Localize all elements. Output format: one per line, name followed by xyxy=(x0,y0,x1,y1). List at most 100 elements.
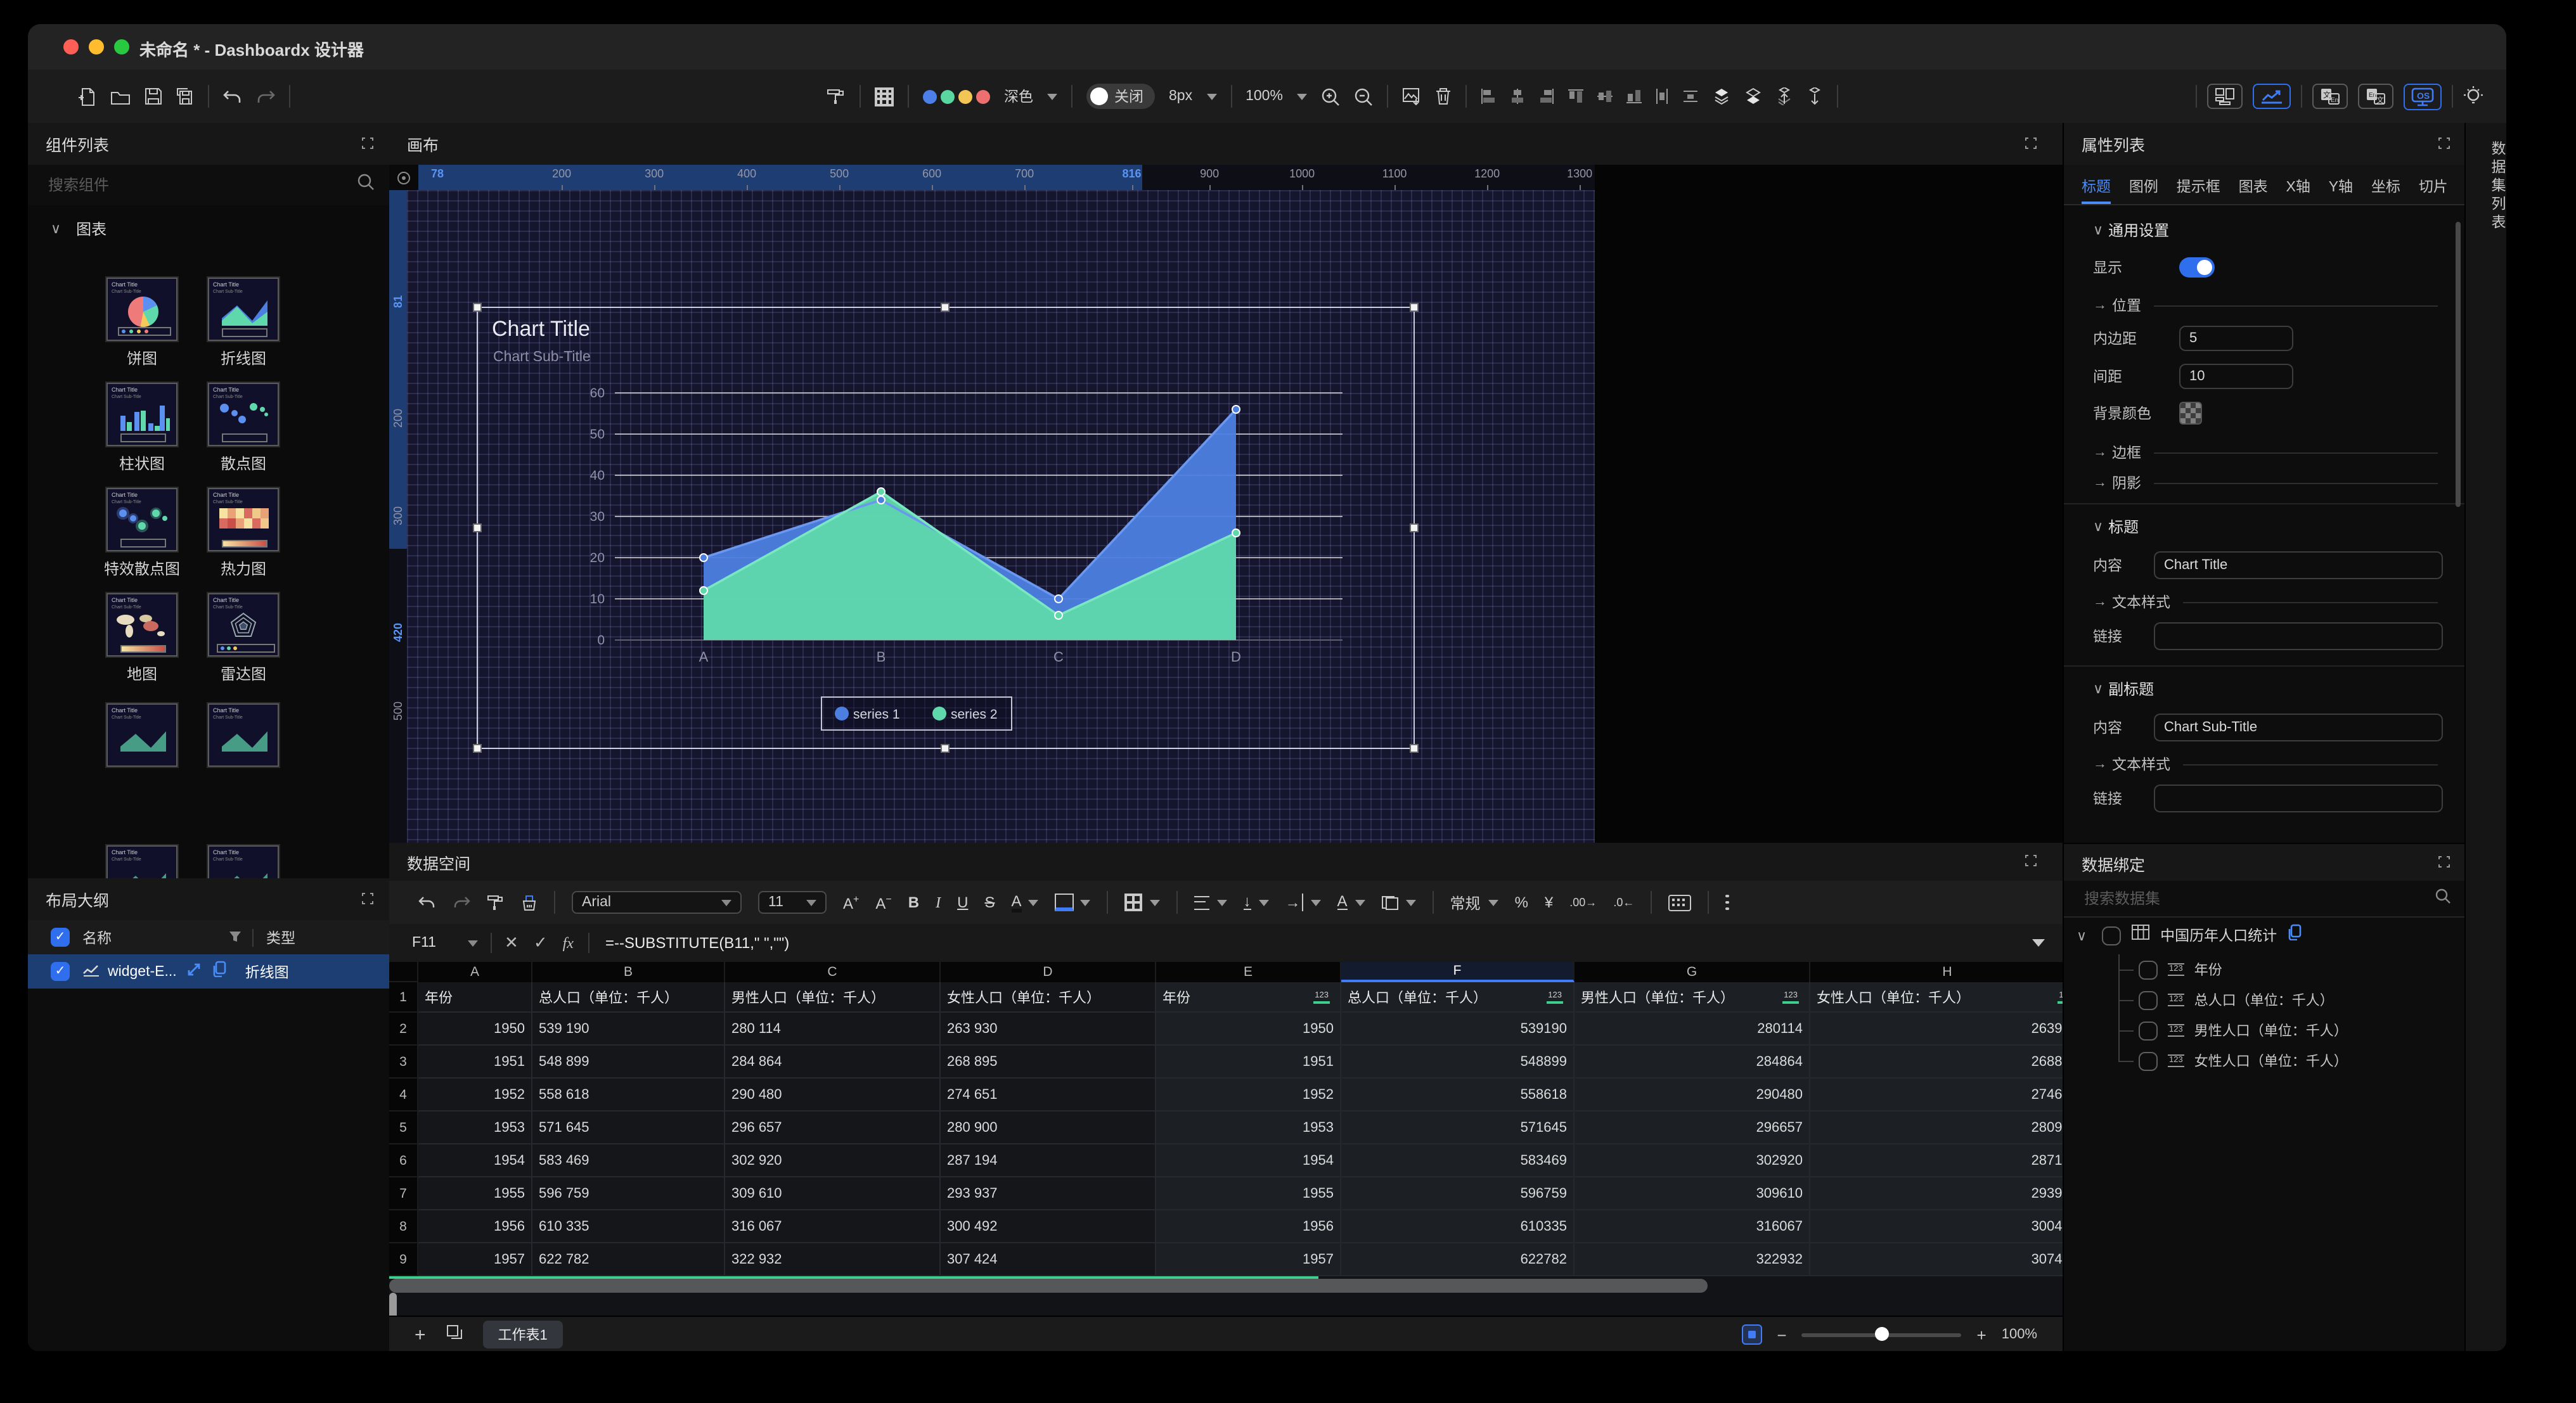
column-header-G[interactable]: G xyxy=(1575,962,1810,982)
translate-to-en-button[interactable]: 文En xyxy=(2312,84,2348,109)
column-header-C[interactable]: C xyxy=(725,962,941,982)
data-cell[interactable]: 1950 xyxy=(418,1013,532,1046)
data-cell[interactable]: 558618 xyxy=(1341,1079,1575,1112)
data-cell[interactable]: 1955 xyxy=(418,1177,532,1210)
center-in-container-icon[interactable] xyxy=(1682,89,1699,104)
new-file-icon[interactable] xyxy=(79,87,96,106)
dataset-field-row[interactable]: 123总人口（单位：千人） xyxy=(2064,985,2466,1015)
maximize-window-button[interactable] xyxy=(114,39,129,54)
expand-panel-icon[interactable] xyxy=(2025,850,2037,873)
fill-color-icon[interactable] xyxy=(1055,894,1074,911)
properties-tab-坐标[interactable]: 坐标 xyxy=(2371,165,2400,204)
data-cell[interactable]: 548 899 xyxy=(532,1046,725,1079)
cell-reference[interactable]: F11 xyxy=(412,935,468,951)
row-number[interactable]: 5 xyxy=(389,1112,418,1144)
title-content-input[interactable] xyxy=(2154,551,2443,579)
row-number[interactable]: 8 xyxy=(389,1210,418,1243)
horizontal-align-icon[interactable] xyxy=(1194,895,1209,909)
selection-stats-icon[interactable] xyxy=(1741,1324,1761,1345)
theme-select-label[interactable]: 深色 xyxy=(1004,86,1033,106)
data-cell[interactable]: 622782 xyxy=(1341,1243,1575,1276)
font-size-select[interactable]: 11 xyxy=(758,891,827,914)
header-cell[interactable]: 男性人口（单位：千人）123 xyxy=(1575,982,1810,1013)
grid-toggle[interactable]: 关闭 xyxy=(1086,84,1155,109)
component-item-heatmap[interactable]: Chart TitleChart Sub-Title热力图 xyxy=(193,488,294,579)
row-number[interactable]: 1 xyxy=(389,982,418,1013)
export-image-icon[interactable] xyxy=(1402,87,1421,105)
number-format-select[interactable]: 常规 xyxy=(1450,892,1481,913)
data-cell[interactable]: 1953 xyxy=(418,1112,532,1144)
data-cell[interactable]: 268 895 xyxy=(941,1046,1156,1079)
minimize-window-button[interactable] xyxy=(89,39,104,54)
data-cell[interactable]: 548899 xyxy=(1341,1046,1575,1079)
data-cell[interactable]: 1952 xyxy=(418,1079,532,1112)
subtitle-text-style-group[interactable]: →文本样式 xyxy=(2093,754,2438,774)
header-cell[interactable]: 年份 xyxy=(418,982,532,1013)
bring-forward-icon[interactable] xyxy=(1776,87,1793,105)
shadow-group[interactable]: →阴影 xyxy=(2093,473,2438,493)
selection-handle[interactable] xyxy=(473,303,482,312)
selection-handle[interactable] xyxy=(941,744,950,753)
data-cell[interactable]: 309610 xyxy=(1575,1177,1810,1210)
title-text-style-group[interactable]: →文本样式 xyxy=(2093,592,2438,612)
sheet-horizontal-scrollbar[interactable] xyxy=(389,1279,1708,1293)
bold-icon[interactable]: B xyxy=(908,894,919,911)
chart-legend[interactable]: series 1series 2 xyxy=(821,697,1012,730)
align-right-icon[interactable] xyxy=(1539,89,1554,104)
header-cell[interactable]: 女性人口（单位：千人）123 xyxy=(1810,982,2063,1013)
data-cell[interactable]: 596759 xyxy=(1341,1177,1575,1210)
more-options-icon[interactable] xyxy=(1725,895,1729,911)
data-cell[interactable]: 296 657 xyxy=(725,1112,941,1144)
data-cell[interactable]: 571 645 xyxy=(532,1112,725,1144)
expand-panel-icon[interactable] xyxy=(2438,132,2450,155)
chevron-down-icon[interactable] xyxy=(1297,93,1307,99)
data-cell[interactable]: 293 937 xyxy=(941,1177,1156,1210)
border-group[interactable]: →边框 xyxy=(2093,442,2438,463)
display-toggle[interactable] xyxy=(2179,257,2215,278)
expand-panel-icon[interactable] xyxy=(361,132,374,155)
field-checkbox[interactable] xyxy=(2139,990,2158,1009)
data-cell[interactable]: 290 480 xyxy=(725,1079,941,1112)
chevron-down-icon[interactable] xyxy=(468,940,478,946)
decrease-decimal-icon[interactable]: .0← xyxy=(1613,896,1634,909)
zoom-level-label[interactable]: 100% xyxy=(1246,89,1283,104)
data-cell[interactable]: 583469 xyxy=(1341,1144,1575,1177)
increase-font-icon[interactable]: A+ xyxy=(843,893,859,912)
strikethrough-icon[interactable]: S xyxy=(984,894,995,911)
column-header-F[interactable]: F xyxy=(1341,962,1575,982)
format-painter-icon[interactable] xyxy=(487,894,505,911)
component-item-line[interactable]: Chart TitleChart Sub-Title折线图 xyxy=(193,278,294,369)
os-theme-button[interactable]: OS xyxy=(2404,83,2442,110)
selection-handle[interactable] xyxy=(1410,744,1419,753)
expand-panel-icon[interactable] xyxy=(2438,852,2450,874)
sheet-tab[interactable]: 工作表1 xyxy=(483,1321,563,1349)
properties-scrollbar[interactable] xyxy=(2456,222,2461,507)
column-header-A[interactable]: A xyxy=(418,962,532,982)
data-cell[interactable]: 287 194 xyxy=(941,1144,1156,1177)
properties-tab-标题[interactable]: 标题 xyxy=(2082,165,2111,204)
properties-tab-X轴[interactable]: X轴 xyxy=(2286,165,2310,204)
header-cell[interactable]: 总人口（单位：千人） xyxy=(532,982,725,1013)
save-as-icon[interactable] xyxy=(176,87,194,105)
title-section-header[interactable]: ∨标题 xyxy=(2093,516,2139,537)
padding-input[interactable] xyxy=(2179,326,2293,351)
underline-icon[interactable]: U xyxy=(957,894,968,911)
subtitle-link-input[interactable] xyxy=(2154,785,2443,812)
filter-icon[interactable] xyxy=(228,926,242,949)
data-cell[interactable]: 274651 xyxy=(1810,1079,2063,1112)
data-cell[interactable]: 1954 xyxy=(1156,1144,1341,1177)
title-link-input[interactable] xyxy=(2154,622,2443,650)
row-number[interactable]: 4 xyxy=(389,1079,418,1112)
field-checkbox[interactable] xyxy=(2139,960,2158,979)
field-checkbox[interactable] xyxy=(2139,1051,2158,1070)
component-item-effect-scatter[interactable]: Chart TitleChart Sub-Title特效散点图 xyxy=(91,488,193,579)
data-cell[interactable]: 1957 xyxy=(1156,1243,1341,1276)
data-cell[interactable]: 1951 xyxy=(418,1046,532,1079)
data-cell[interactable]: 1956 xyxy=(1156,1210,1341,1243)
format-painter-icon[interactable] xyxy=(827,87,846,105)
data-cell[interactable]: 307424 xyxy=(1810,1243,2063,1276)
clear-format-icon[interactable] xyxy=(521,894,538,911)
zoom-slider[interactable] xyxy=(1802,1327,1962,1342)
zoom-slider-knob[interactable] xyxy=(1876,1327,1890,1341)
send-backward-icon[interactable] xyxy=(1806,87,1823,105)
